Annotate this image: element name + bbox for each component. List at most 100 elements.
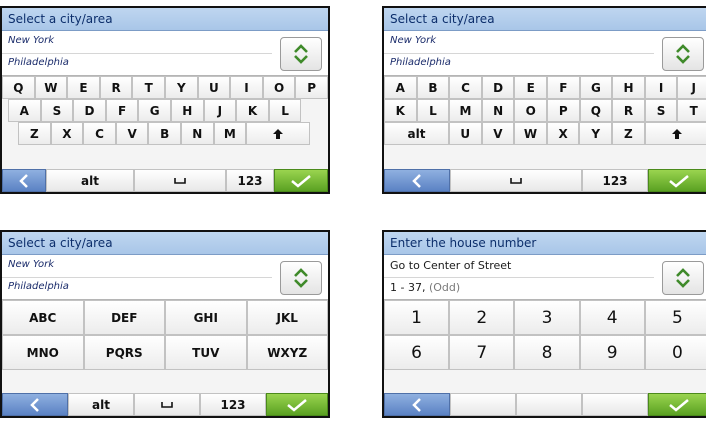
key-5[interactable]: 5: [644, 300, 706, 335]
scroll-results-button[interactable]: [280, 261, 322, 295]
key-d[interactable]: D: [481, 76, 515, 99]
key-o[interactable]: O: [262, 76, 296, 99]
key-e[interactable]: E: [514, 76, 547, 99]
key-p[interactable]: P: [547, 99, 580, 122]
key-f[interactable]: F: [105, 99, 139, 122]
space-key[interactable]: [134, 169, 226, 192]
key-t[interactable]: T: [132, 76, 165, 99]
key-d[interactable]: D: [73, 99, 106, 122]
key-a[interactable]: A: [8, 99, 41, 122]
scroll-results-button[interactable]: [662, 261, 704, 295]
key-m[interactable]: M: [213, 122, 247, 145]
key-y[interactable]: Y: [165, 76, 198, 99]
key-o[interactable]: O: [514, 99, 547, 122]
key-l[interactable]: L: [268, 99, 302, 122]
numbers-key[interactable]: 123: [200, 393, 266, 416]
result-item[interactable]: Philadelphia: [8, 281, 69, 292]
key-mno[interactable]: MNO: [2, 335, 84, 370]
ok-button[interactable]: [266, 393, 328, 416]
key-q[interactable]: Q: [2, 76, 35, 99]
key-2[interactable]: 2: [449, 300, 515, 335]
key-8[interactable]: 8: [514, 335, 580, 370]
key-w[interactable]: W: [34, 76, 68, 99]
key-i[interactable]: I: [644, 76, 678, 99]
key-b[interactable]: B: [416, 76, 450, 99]
key-j[interactable]: J: [203, 99, 237, 122]
key-c[interactable]: C: [449, 76, 482, 99]
key-v[interactable]: V: [481, 122, 515, 145]
key-e[interactable]: E: [67, 76, 100, 99]
key-c[interactable]: C: [83, 122, 116, 145]
key-m[interactable]: M: [449, 99, 482, 122]
key-pqrs[interactable]: PQRS: [83, 335, 165, 370]
key-y[interactable]: Y: [579, 122, 612, 145]
result-item[interactable]: New York: [8, 259, 54, 270]
key-n[interactable]: N: [481, 99, 515, 122]
key-9[interactable]: 9: [579, 335, 645, 370]
key-k[interactable]: K: [236, 99, 269, 122]
alt-key[interactable]: alt: [68, 393, 134, 416]
key-u[interactable]: U: [197, 76, 231, 99]
key-v[interactable]: V: [115, 122, 149, 145]
key-u[interactable]: U: [449, 122, 482, 145]
scroll-results-button[interactable]: [280, 37, 322, 71]
key-wxyz[interactable]: WXYZ: [246, 335, 328, 370]
key-3[interactable]: 3: [514, 300, 580, 335]
key-x[interactable]: X: [50, 122, 84, 145]
space-key[interactable]: [450, 169, 582, 192]
numbers-key[interactable]: 123: [226, 169, 274, 192]
key-h[interactable]: H: [171, 99, 204, 122]
key-t[interactable]: T: [677, 99, 706, 122]
ok-button[interactable]: [648, 169, 706, 192]
key-z[interactable]: Z: [18, 122, 51, 145]
ok-button[interactable]: [274, 169, 328, 192]
back-button[interactable]: [2, 169, 46, 192]
house-number-range[interactable]: 1 - 37, (Odd): [390, 281, 460, 294]
key-f[interactable]: F: [547, 76, 580, 99]
key-4[interactable]: 4: [579, 300, 645, 335]
shift-key[interactable]: [644, 122, 706, 145]
alt-key[interactable]: alt: [384, 122, 449, 145]
key-g[interactable]: G: [579, 76, 613, 99]
key-j[interactable]: J: [677, 76, 706, 99]
key-r[interactable]: R: [99, 76, 133, 99]
key-0[interactable]: 0: [644, 335, 706, 370]
space-key[interactable]: [134, 393, 200, 416]
key-abc[interactable]: ABC: [2, 300, 84, 335]
key-s[interactable]: S: [644, 99, 678, 122]
shift-key[interactable]: [246, 122, 311, 145]
back-button[interactable]: [384, 393, 450, 416]
result-item[interactable]: Philadelphia: [8, 57, 69, 68]
result-item[interactable]: Philadelphia: [390, 57, 451, 68]
key-s[interactable]: S: [40, 99, 74, 122]
key-x[interactable]: X: [546, 122, 580, 145]
result-item[interactable]: New York: [390, 35, 436, 46]
scroll-results-button[interactable]: [662, 37, 704, 71]
result-item[interactable]: New York: [8, 35, 54, 46]
key-g[interactable]: G: [138, 99, 171, 122]
key-ghi[interactable]: GHI: [165, 300, 247, 335]
back-button[interactable]: [384, 169, 450, 192]
key-tuv[interactable]: TUV: [165, 335, 247, 370]
key-jkl[interactable]: JKL: [246, 300, 328, 335]
go-to-center-option[interactable]: Go to Center of Street: [390, 259, 511, 272]
ok-button[interactable]: [648, 393, 706, 416]
numbers-key[interactable]: 123: [582, 169, 648, 192]
back-button[interactable]: [2, 393, 68, 416]
key-a[interactable]: A: [384, 76, 417, 99]
key-q[interactable]: Q: [579, 99, 613, 122]
key-def[interactable]: DEF: [83, 300, 165, 335]
key-7[interactable]: 7: [449, 335, 515, 370]
key-p[interactable]: P: [295, 76, 328, 99]
key-r[interactable]: R: [612, 99, 645, 122]
key-z[interactable]: Z: [612, 122, 645, 145]
key-k[interactable]: K: [384, 99, 417, 122]
key-h[interactable]: H: [612, 76, 645, 99]
key-i[interactable]: I: [230, 76, 263, 99]
key-l[interactable]: L: [416, 99, 450, 122]
key-6[interactable]: 6: [384, 335, 450, 370]
key-b[interactable]: B: [148, 122, 181, 145]
alt-key[interactable]: alt: [46, 169, 134, 192]
key-w[interactable]: W: [514, 122, 547, 145]
key-n[interactable]: N: [181, 122, 214, 145]
